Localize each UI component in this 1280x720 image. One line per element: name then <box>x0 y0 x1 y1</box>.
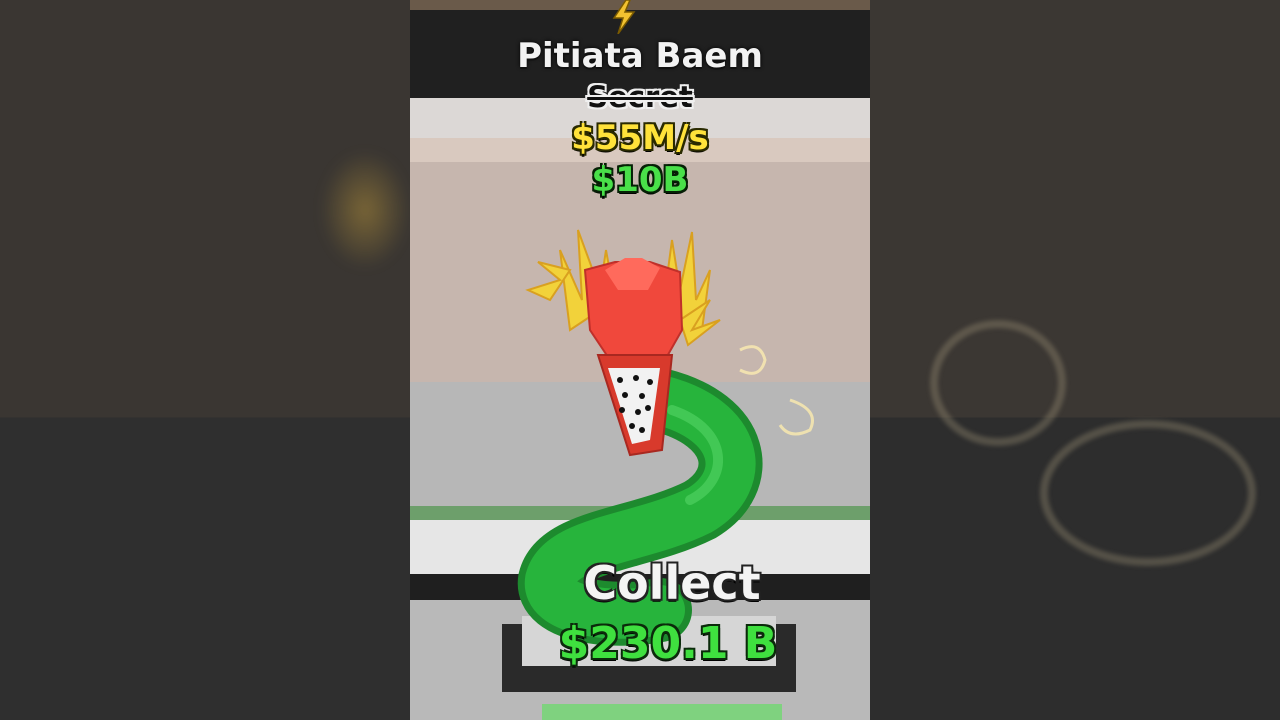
lightning-bolt-icon <box>612 0 636 34</box>
blurred-background-left <box>0 0 410 720</box>
game-viewport: Pitiata Baem Secret $55M/s $10B Collect … <box>410 0 870 720</box>
collect-label[interactable]: Collect <box>442 556 870 610</box>
rarity-label: Secret <box>587 80 693 114</box>
brainrot-price: $10B <box>591 160 689 200</box>
brainrot-name: Pitiata Baem <box>517 36 763 76</box>
income-rate: $55M/s <box>571 118 709 158</box>
collect-amount: $230.1 B <box>558 618 778 669</box>
blurred-background-right <box>870 0 1280 720</box>
